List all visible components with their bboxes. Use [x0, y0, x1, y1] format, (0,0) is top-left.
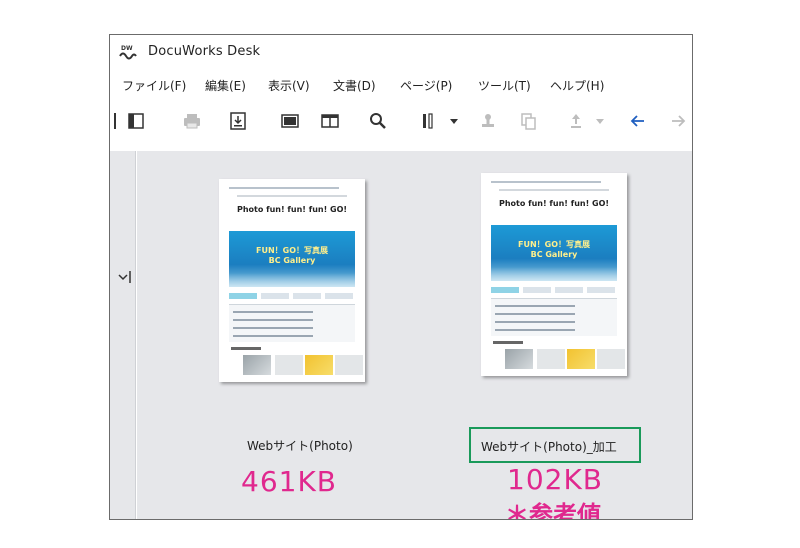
- thumbnail-nav: [499, 189, 609, 191]
- thumbnail-photo: [275, 355, 303, 375]
- thumbnail-tabs: [229, 293, 355, 299]
- thumbnail-banner: FUN！GO！写真展 BC Gallery: [229, 231, 355, 287]
- menu-view[interactable]: 表示(V): [268, 77, 310, 94]
- thumbnail-photo: [243, 355, 271, 375]
- menu-file[interactable]: ファイル(F): [122, 77, 186, 94]
- banner-title: FUN！GO！写真展: [517, 240, 591, 249]
- thumbnail-header-line: [229, 187, 339, 189]
- stamp-icon[interactable]: [478, 111, 498, 131]
- banner-wave: [491, 267, 617, 281]
- view-double-icon[interactable]: [320, 111, 340, 131]
- menu-tools[interactable]: ツール(T): [478, 77, 531, 94]
- reference-note: ＊参考値: [505, 501, 601, 520]
- window-title: DocuWorks Desk: [148, 44, 261, 59]
- thumbnail-gallery-label: [231, 347, 261, 350]
- document-area: Photo fun! fun! fun! GO! FUN！GO！写真展 BC G…: [137, 151, 692, 520]
- thumbnail-gallery-label: [493, 341, 523, 344]
- menu-page[interactable]: ページ(P): [400, 77, 452, 94]
- search-icon[interactable]: [368, 111, 388, 131]
- menu-help[interactable]: ヘルプ(H): [550, 77, 604, 94]
- menu-edit[interactable]: 編集(E): [205, 77, 246, 94]
- thumbnail-photo: [305, 355, 333, 375]
- selected-name-box[interactable]: Webサイト(Photo)_加工: [469, 427, 641, 463]
- document-thumbnail[interactable]: Photo fun! fun! fun! GO! FUN！GO！写真展 BC G…: [481, 173, 627, 376]
- thumbnail-site-title: Photo fun! fun! fun! GO!: [498, 199, 610, 208]
- thumbnail-photo: [567, 349, 595, 369]
- banner-title: FUN！GO！写真展: [255, 246, 329, 255]
- menu-bar: ファイル(F) 編集(E) 表示(V) 文書(D) ページ(P) ツール(T) …: [110, 73, 692, 97]
- thumbnail-header-line: [491, 181, 601, 183]
- banner-wave: [229, 273, 355, 287]
- thumbnail-banner: FUN！GO！写真展 BC Gallery: [491, 225, 617, 281]
- banner-subtitle: BC Gallery: [268, 256, 316, 265]
- thumbnail-news-list: [229, 304, 355, 342]
- forward-arrow-icon[interactable]: [668, 111, 688, 131]
- view-single-icon[interactable]: [280, 111, 300, 131]
- chevron-down-icon[interactable]: [118, 269, 132, 283]
- dropdown-arrow-icon[interactable]: [590, 111, 610, 131]
- banner-subtitle: BC Gallery: [530, 250, 578, 259]
- toolbar-separator: [114, 113, 116, 129]
- title-bar: DW DocuWorks Desk: [110, 35, 692, 69]
- thumbnail-site-title: Photo fun! fun! fun! GO!: [236, 205, 348, 214]
- document-name[interactable]: Webサイト(Photo): [247, 437, 353, 454]
- thumbnail-photo: [537, 349, 565, 369]
- thumbnail-news-list: [491, 298, 617, 336]
- toolbar: [110, 103, 692, 139]
- file-size: 461KB: [241, 465, 338, 498]
- back-arrow-icon[interactable]: [628, 111, 648, 131]
- svg-text:DW: DW: [121, 45, 133, 52]
- panel-icon[interactable]: [126, 111, 146, 131]
- dropdown-arrow-icon[interactable]: [444, 111, 464, 131]
- print-icon[interactable]: [182, 111, 202, 131]
- document-thumbnail[interactable]: Photo fun! fun! fun! GO! FUN！GO！写真展 BC G…: [219, 179, 365, 382]
- download-icon[interactable]: [228, 111, 248, 131]
- bind-icon[interactable]: [418, 111, 438, 131]
- thumbnail-tabs: [491, 287, 617, 293]
- thumbnail-photo: [505, 349, 533, 369]
- docuworks-desk-window: DW DocuWorks Desk ファイル(F) 編集(E) 表示(V) 文書…: [109, 34, 693, 520]
- document-name[interactable]: Webサイト(Photo)_加工: [481, 438, 617, 455]
- menu-document[interactable]: 文書(D): [333, 77, 376, 94]
- upload-icon[interactable]: [566, 111, 586, 131]
- thumbnail-photo: [597, 349, 625, 369]
- thumbnail-photo: [335, 355, 363, 375]
- left-pane: [110, 151, 136, 519]
- thumbnail-nav: [237, 195, 347, 197]
- file-size: 102KB: [507, 463, 604, 496]
- docuworks-logo-icon: DW: [118, 43, 138, 61]
- copy-icon[interactable]: [518, 111, 538, 131]
